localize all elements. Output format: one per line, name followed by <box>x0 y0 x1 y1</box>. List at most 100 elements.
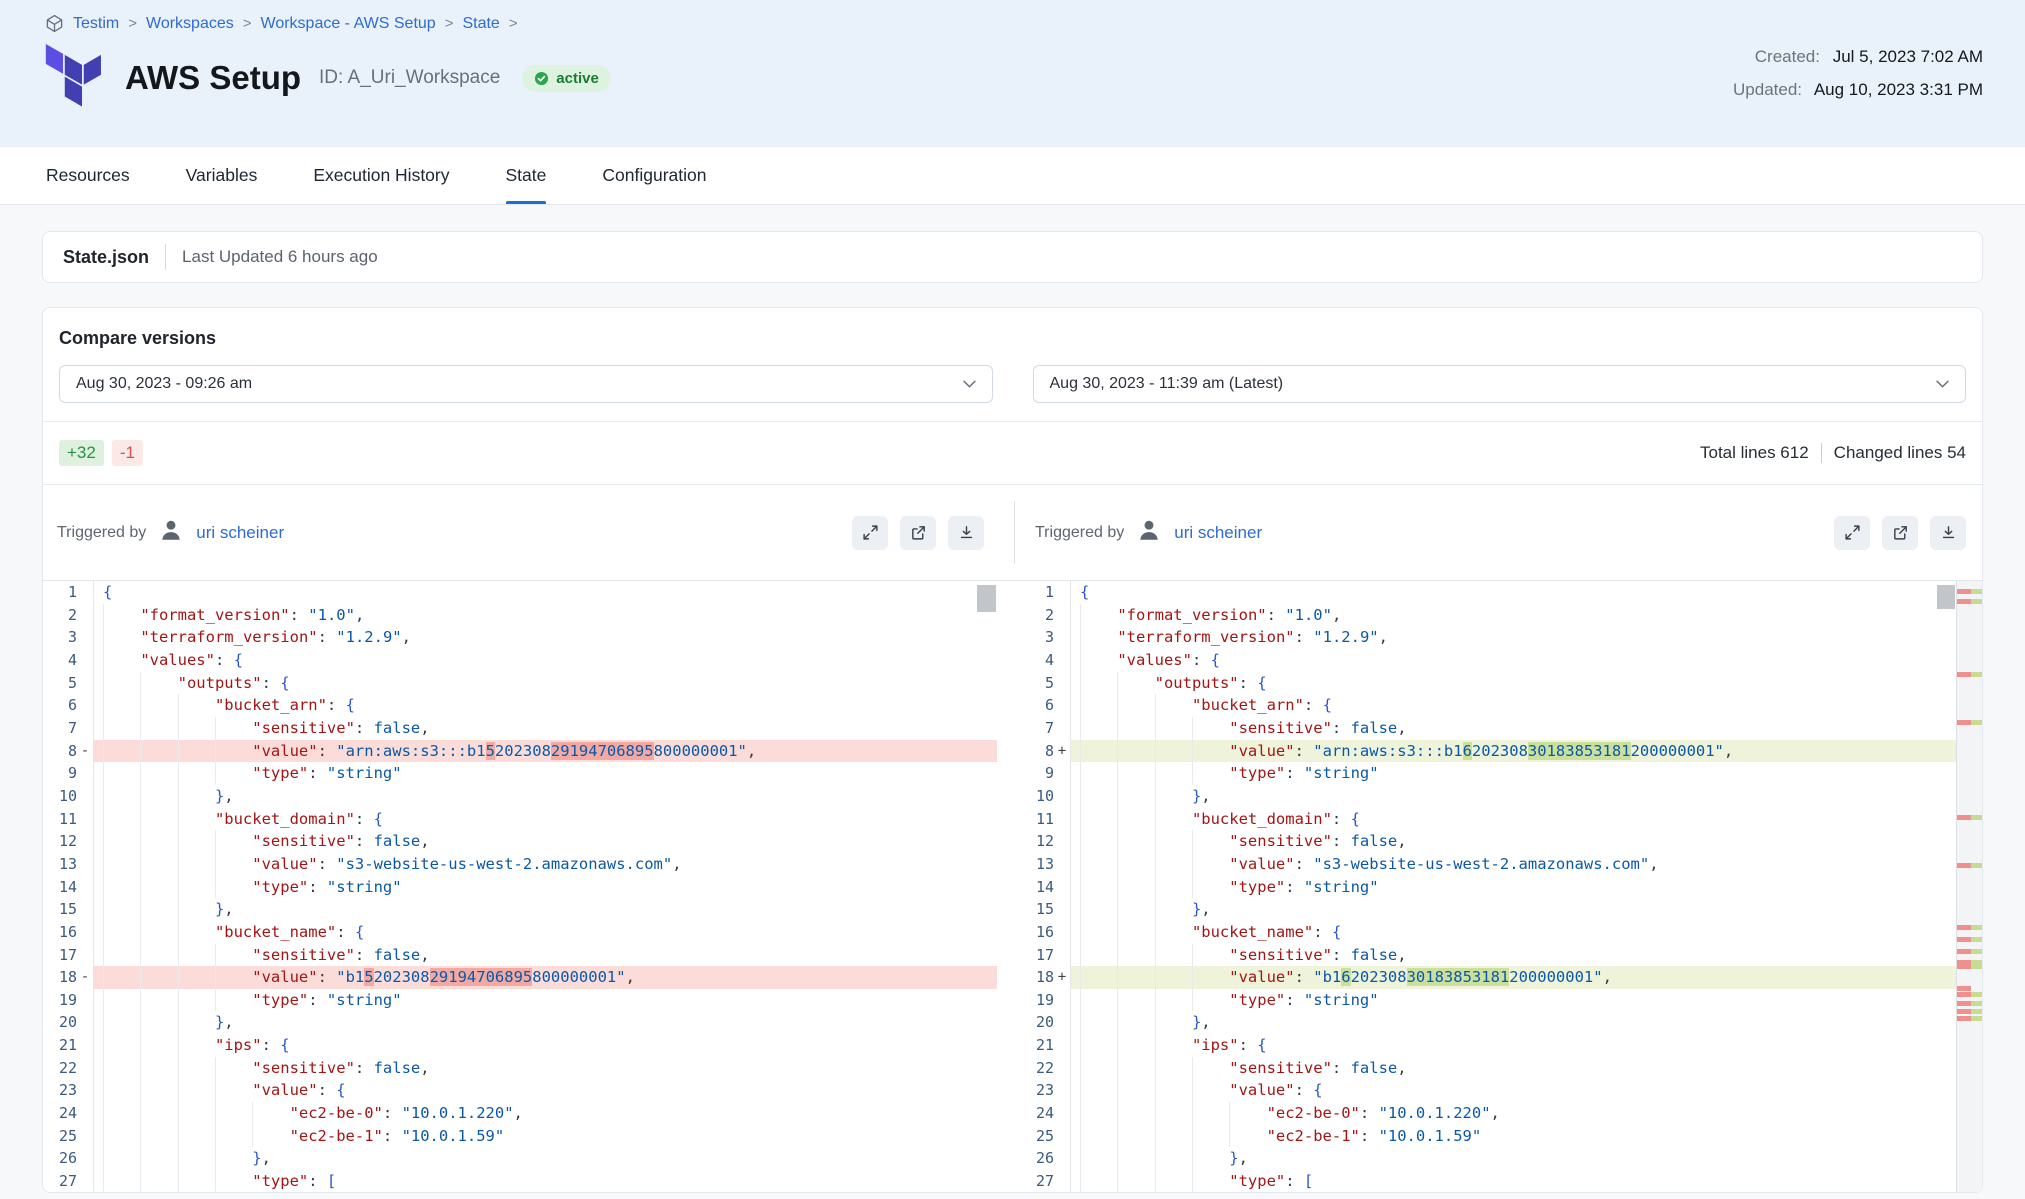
code-line: 20}, <box>1020 1011 1956 1034</box>
diff-sign <box>77 672 93 695</box>
version-select-left[interactable]: Aug 30, 2023 - 09:26 am <box>59 365 993 403</box>
indent-guide <box>1192 876 1229 899</box>
tab-configuration[interactable]: Configuration <box>602 147 706 204</box>
code-line: 16"bucket_name": { <box>43 921 997 944</box>
indent-guide <box>215 762 252 785</box>
open-external-button[interactable] <box>1882 516 1918 550</box>
right-panel-header: Triggered by uri scheiner <box>1015 485 1982 580</box>
indent-guide <box>103 1125 140 1148</box>
breadcrumb-item[interactable]: Workspaces <box>146 15 234 33</box>
indent-guide <box>1192 853 1229 876</box>
indent-guide <box>1192 1147 1229 1170</box>
code-panel-right: 1{2"format_version": "1.0",3"terraform_v… <box>1020 581 1982 1192</box>
indent-guide <box>103 1057 140 1080</box>
indent-guide <box>1080 1147 1117 1170</box>
line-number: 22 <box>1020 1057 1054 1080</box>
diff-sign <box>77 1057 93 1080</box>
line-number: 10 <box>1020 785 1054 808</box>
indent-guide <box>1117 898 1154 921</box>
diff-stats-row: +32 -1 Total lines 612 Changed lines 54 <box>43 422 1982 484</box>
tab-execution-history[interactable]: Execution History <box>313 147 449 204</box>
indent-guide <box>103 944 140 967</box>
indent-guide <box>1117 876 1154 899</box>
line-number: 24 <box>43 1102 77 1125</box>
triggered-by-user[interactable]: uri scheiner <box>1174 523 1262 543</box>
line-number: 15 <box>1020 898 1054 921</box>
open-external-button[interactable] <box>900 516 936 550</box>
diff-sign <box>1054 762 1070 785</box>
tab-resources[interactable]: Resources <box>46 147 130 204</box>
expand-icon <box>1844 524 1861 541</box>
indent-guide <box>1080 762 1117 785</box>
line-number: 25 <box>43 1125 77 1148</box>
user-avatar-icon <box>1136 517 1162 548</box>
code-line: 3"terraform_version": "1.2.9", <box>43 626 997 649</box>
indent-guide <box>1080 1057 1117 1080</box>
expand-button[interactable] <box>1834 516 1870 550</box>
diff-sign: + <box>1054 966 1070 989</box>
indent-guide <box>1117 1079 1154 1102</box>
indent-guide <box>103 898 140 921</box>
indent-guide <box>1192 1079 1229 1102</box>
breadcrumb-separator: > <box>509 15 518 32</box>
indent-guide <box>1229 1102 1266 1125</box>
indent-guide <box>103 876 140 899</box>
left-panel-header: Triggered by uri scheiner <box>43 485 1014 580</box>
diff-sign <box>1054 808 1070 831</box>
indent-guide <box>1155 785 1192 808</box>
tab-state[interactable]: State <box>506 147 547 204</box>
indent-guide <box>178 1102 215 1125</box>
expand-button[interactable] <box>852 516 888 550</box>
scrollbar-thumb[interactable] <box>977 585 996 612</box>
indent-guide <box>215 717 252 740</box>
indent-guide <box>215 966 252 989</box>
diff-sign <box>1054 1079 1070 1102</box>
indent-guide <box>103 649 140 672</box>
triggered-by-label: Triggered by <box>1035 524 1124 542</box>
breadcrumb-item[interactable]: State <box>462 15 499 33</box>
code-line: 11"bucket_domain": { <box>43 808 997 831</box>
breadcrumb: Testim>Workspaces>Workspace - AWS Setup>… <box>45 14 1983 33</box>
code-line: 12"sensitive": false, <box>43 830 997 853</box>
indent-guide <box>1080 921 1117 944</box>
code-line: 19"type": "string" <box>43 989 997 1012</box>
indent-guide <box>1155 1170 1192 1192</box>
version-select-right[interactable]: Aug 30, 2023 - 11:39 am (Latest) <box>1033 365 1967 403</box>
breadcrumb-item[interactable]: Workspace - AWS Setup <box>261 15 436 33</box>
indent-guide <box>1155 762 1192 785</box>
updated-label: Updated: <box>1733 80 1802 99</box>
line-number: 9 <box>43 762 77 785</box>
triggered-by-user[interactable]: uri scheiner <box>196 523 284 543</box>
additions-badge: +32 <box>59 440 104 466</box>
tab-variables[interactable]: Variables <box>186 147 258 204</box>
indent-guide <box>178 785 215 808</box>
breadcrumb-separator: > <box>128 15 137 32</box>
indent-guide <box>1155 808 1192 831</box>
workspace-id: ID: A_Uri_Workspace <box>319 67 500 89</box>
state-file-card: State.json Last Updated 6 hours ago <box>42 231 1983 283</box>
scrollbar-thumb[interactable] <box>1937 585 1955 609</box>
indent-guide <box>140 898 177 921</box>
download-button[interactable] <box>1930 516 1966 550</box>
indent-guide <box>1192 762 1229 785</box>
code-line: 25"ec2-be-1": "10.0.1.59" <box>1020 1125 1956 1148</box>
diff-mark <box>1957 599 1982 604</box>
download-button[interactable] <box>948 516 984 550</box>
state-file-updated: Last Updated 6 hours ago <box>182 247 378 267</box>
breadcrumb-item[interactable]: Testim <box>73 15 119 33</box>
download-icon <box>958 524 975 541</box>
line-number: 2 <box>1020 604 1054 627</box>
indent-guide <box>1117 966 1154 989</box>
indent-guide <box>178 876 215 899</box>
indent-guide <box>215 1057 252 1080</box>
indent-guide <box>1155 989 1192 1012</box>
changed-lines: Changed lines 54 <box>1834 443 1966 463</box>
diff-sign <box>77 898 93 921</box>
diff-sign <box>77 921 93 944</box>
indent-guide <box>1117 808 1154 831</box>
diff-sign <box>1054 672 1070 695</box>
indent-guide <box>1080 740 1117 763</box>
indent-guide <box>215 1079 252 1102</box>
indent-guide <box>1117 989 1154 1012</box>
line-number: 4 <box>43 649 77 672</box>
